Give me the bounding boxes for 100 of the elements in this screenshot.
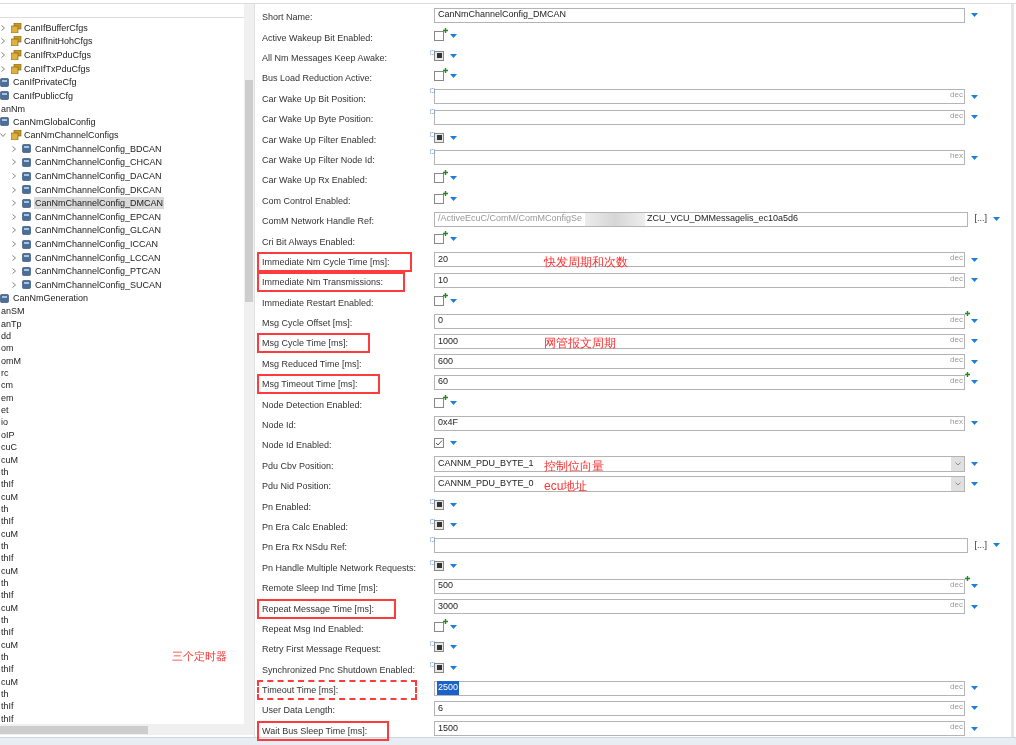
checkbox[interactable] — [434, 438, 444, 449]
tree-item[interactable]: cuM — [0, 564, 19, 577]
checkbox[interactable] — [434, 642, 444, 653]
caret-icon[interactable] — [971, 115, 978, 120]
tree-item[interactable]: th — [0, 539, 10, 552]
tree-item[interactable]: anTp — [0, 317, 23, 330]
tree-item[interactable]: CanNmChannelConfig_EPCAN — [34, 210, 163, 223]
tree-item[interactable]: CanNmChannelConfig_CHCAN — [34, 156, 164, 169]
tree-item[interactable]: CanNmChannelConfigs — [23, 129, 120, 142]
caret-icon[interactable] — [450, 298, 457, 303]
horizontal-scrollbar[interactable] — [0, 724, 254, 735]
tree-item[interactable]: dd — [0, 330, 12, 343]
tree-item[interactable]: cuM — [0, 601, 19, 614]
checkbox[interactable] — [434, 397, 444, 408]
tree-item[interactable]: anSM — [0, 305, 26, 318]
tree-item[interactable]: CanNmChannelConfig_DMCAN — [34, 197, 165, 210]
tree-item[interactable]: CanNmChannelConfig_ICCAN — [34, 238, 160, 251]
caret-icon[interactable] — [450, 53, 457, 58]
input-field[interactable] — [434, 89, 965, 105]
tree-item[interactable]: cuC — [0, 441, 18, 454]
caret-icon[interactable] — [971, 584, 978, 589]
tree-item[interactable]: th — [0, 576, 10, 589]
caret-icon[interactable] — [450, 196, 457, 201]
checkbox[interactable] — [434, 132, 444, 143]
tree-item[interactable]: cuM — [0, 453, 19, 466]
caret-icon[interactable] — [450, 441, 457, 446]
checkbox[interactable] — [434, 662, 444, 673]
tree-item[interactable]: thIf — [0, 626, 15, 639]
caret-icon[interactable] — [450, 33, 457, 38]
checkbox[interactable] — [434, 173, 444, 184]
caret-icon[interactable] — [971, 257, 978, 262]
tree-item[interactable]: CanNmChannelConfig_SUCAN — [34, 278, 163, 291]
tree-item[interactable]: cuM — [0, 490, 19, 503]
browse-button[interactable]: [...] — [972, 212, 989, 226]
tree-item[interactable]: th — [0, 651, 10, 663]
checkbox[interactable] — [434, 499, 444, 510]
caret-icon[interactable] — [971, 359, 978, 364]
caret-icon[interactable] — [450, 135, 457, 140]
tree-item[interactable]: CanNmChannelConfig_BDCAN — [34, 142, 163, 155]
caret-icon[interactable] — [450, 237, 457, 242]
checkbox[interactable] — [434, 50, 444, 61]
caret-icon[interactable] — [971, 604, 978, 609]
tree-item[interactable]: cuM — [0, 527, 19, 540]
input-field[interactable] — [434, 150, 965, 166]
checkbox[interactable] — [434, 30, 444, 41]
caret-icon[interactable] — [971, 380, 978, 385]
tree-item[interactable]: omM — [0, 354, 22, 367]
checkbox[interactable] — [434, 621, 444, 632]
reference-field[interactable]: /ActiveEcuC/ComM/ComMConfigSe ZCU_VCU_DMMessagelis_ec10a5d6 — [434, 211, 969, 227]
tree-item[interactable]: CanNmGlobalConfig — [12, 115, 97, 128]
tree-item[interactable]: CanIfBufferCfgs — [23, 21, 89, 34]
tree-item[interactable]: CanNmChannelConfig_PTCAN — [34, 265, 162, 278]
caret-icon[interactable] — [971, 339, 978, 344]
tree-item[interactable]: et — [0, 404, 10, 417]
tree-item[interactable]: CanNmChannelConfig_LCCAN — [34, 251, 162, 264]
vertical-scrollbar[interactable] — [244, 4, 254, 724]
caret-icon[interactable] — [450, 522, 457, 527]
caret-icon[interactable] — [993, 543, 1000, 548]
caret-icon[interactable] — [450, 645, 457, 650]
tree-item[interactable]: em — [0, 391, 15, 404]
tree-item[interactable]: CanIfInitHohCfgs — [23, 35, 94, 48]
caret-icon[interactable] — [450, 563, 457, 568]
caret-icon[interactable] — [971, 278, 978, 283]
caret-icon[interactable] — [971, 482, 978, 487]
tree-item[interactable]: th — [0, 614, 10, 626]
tree-item[interactable]: CanNmChannelConfig_DACAN — [34, 170, 163, 183]
tree-item[interactable]: rc — [0, 367, 10, 380]
tree-item[interactable]: th — [0, 502, 10, 515]
caret-icon[interactable] — [450, 502, 457, 507]
caret-icon[interactable] — [971, 726, 978, 731]
caret-icon[interactable] — [993, 217, 1000, 222]
tree-item[interactable]: cuM — [0, 675, 19, 688]
tree-item[interactable]: thIf — [0, 712, 15, 724]
reference-field[interactable] — [434, 537, 969, 553]
tree-item[interactable]: io — [0, 416, 9, 429]
tree-item[interactable]: CanIfPrivateCfg — [12, 76, 78, 89]
tree-item[interactable]: oIP — [0, 428, 16, 441]
checkbox[interactable] — [434, 519, 444, 530]
tree-item[interactable]: anNm — [0, 102, 26, 115]
browse-button[interactable]: [...] — [972, 538, 989, 553]
tree-item[interactable]: om — [0, 342, 15, 355]
caret-icon[interactable] — [971, 706, 978, 711]
caret-icon[interactable] — [450, 665, 457, 670]
tree-item[interactable]: CanNmGeneration — [12, 292, 90, 305]
tree-item[interactable]: thIf — [0, 700, 15, 713]
tree-item[interactable]: CanIfPublicCfg — [12, 89, 75, 102]
tree-item[interactable]: cm — [0, 379, 14, 392]
checkbox[interactable] — [434, 234, 444, 245]
input-field[interactable]: CanNmChannelConfig_DMCAN — [434, 7, 965, 23]
caret-icon[interactable] — [450, 176, 457, 181]
caret-icon[interactable] — [971, 13, 978, 18]
caret-icon[interactable] — [450, 74, 457, 79]
checkbox[interactable] — [434, 560, 444, 571]
checkbox[interactable] — [434, 193, 444, 204]
input-field[interactable] — [434, 109, 965, 125]
tree-item[interactable]: CanIfTxPduCfgs — [23, 62, 92, 75]
tree-item[interactable]: thIf — [0, 552, 15, 565]
caret-icon[interactable] — [971, 461, 978, 466]
caret-icon[interactable] — [971, 319, 978, 324]
checkbox[interactable] — [434, 71, 444, 82]
